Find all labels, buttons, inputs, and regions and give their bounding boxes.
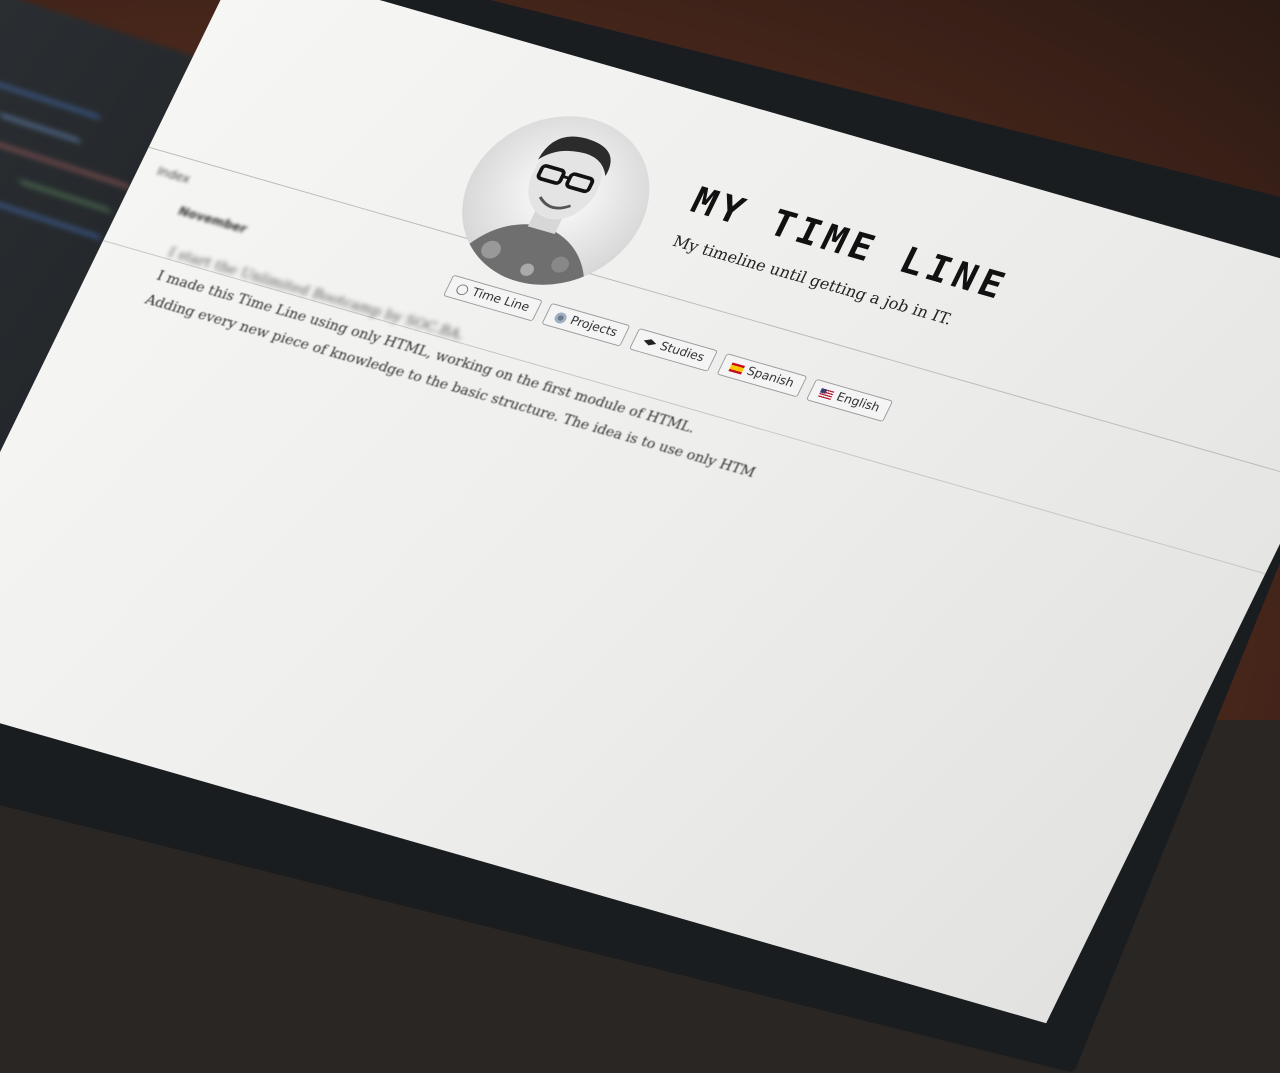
timeline-content: I start the Unlimited Bootcamp by SOC.BA… <box>139 241 1175 599</box>
timeline-entry: I made this Time Line using only HTML, w… <box>153 267 699 437</box>
us-flag-icon <box>817 387 835 400</box>
nav-button-english[interactable]: English <box>805 378 894 422</box>
nav-button-spanish[interactable]: Spanish <box>716 352 808 398</box>
index-heading: Index <box>154 164 193 187</box>
nav-button-projects[interactable]: Projects <box>541 302 631 347</box>
nav-button-studies[interactable]: Studies <box>629 328 718 372</box>
nav-label: English <box>833 390 883 416</box>
nav-label: Studies <box>657 339 707 365</box>
section-heading: November <box>175 204 250 237</box>
nav-label: Projects <box>567 314 620 340</box>
gear-icon <box>553 310 569 325</box>
timeline-entry: I start the Unlimited Bootcamp by SOC.BA… <box>165 243 468 344</box>
nav-label: Time Line <box>469 285 532 315</box>
profile-photo <box>431 95 681 306</box>
spain-flag-icon <box>728 361 745 374</box>
nav-label: Spanish <box>744 364 797 391</box>
clock-icon <box>454 282 471 297</box>
graduation-cap-icon <box>641 337 657 348</box>
